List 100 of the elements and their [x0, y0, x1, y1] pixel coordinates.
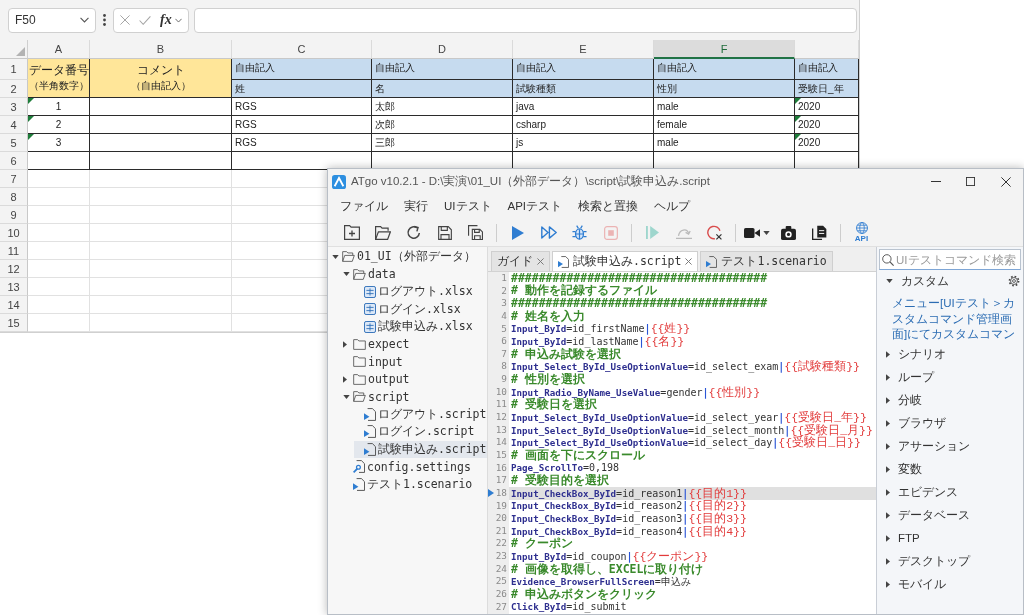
category-item[interactable]: モバイル — [877, 572, 1023, 596]
caret-right-icon[interactable] — [886, 419, 890, 427]
caret-right-icon[interactable] — [886, 580, 890, 588]
caret-right-icon[interactable] — [886, 442, 890, 450]
caret-right-icon[interactable] — [886, 465, 890, 473]
save-icon[interactable] — [437, 225, 452, 240]
caret-right-icon[interactable] — [886, 373, 890, 381]
row-header[interactable]: 15 — [0, 314, 28, 332]
reload-icon[interactable] — [406, 225, 421, 240]
minimize-icon[interactable] — [930, 181, 941, 182]
category-item[interactable]: アサーション — [877, 434, 1023, 458]
category-item[interactable]: カスタム — [877, 270, 1023, 292]
folder-plus-icon[interactable] — [343, 225, 360, 240]
menu-item[interactable]: ヘルプ — [646, 196, 699, 217]
tree-item[interactable]: 01_UI（外部データ） — [332, 248, 487, 266]
check-icon[interactable] — [139, 15, 151, 25]
script-file-icon[interactable] — [706, 255, 718, 268]
row-header[interactable]: 12 — [0, 260, 28, 278]
column-header[interactable]: B — [90, 40, 232, 59]
row-header[interactable]: 9 — [0, 206, 28, 224]
close-icon[interactable] — [1000, 176, 1011, 187]
row-header[interactable]: 8 — [0, 188, 28, 206]
category-item[interactable]: ブラウザ — [877, 411, 1023, 435]
column-header[interactable]: D — [372, 40, 513, 59]
category-item[interactable]: デスクトップ — [877, 549, 1023, 573]
caret-down-icon[interactable] — [763, 230, 770, 235]
row-header[interactable]: 4 — [0, 116, 28, 134]
column-header[interactable]: F — [654, 40, 795, 59]
tree-item[interactable]: ログアウト.script — [354, 405, 487, 423]
row-header[interactable]: 2 — [0, 80, 28, 98]
tree-item[interactable]: ログイン.script — [354, 423, 487, 441]
column-header[interactable]: A — [28, 40, 90, 59]
caret-down-icon[interactable] — [343, 272, 350, 277]
caret-right-icon[interactable] — [886, 511, 890, 519]
caret-right-icon[interactable] — [886, 534, 890, 542]
row-header[interactable]: 6 — [0, 152, 28, 170]
editor-tab[interactable]: ガイド — [491, 251, 550, 271]
tree-item[interactable]: テスト1.scenario — [343, 475, 487, 493]
caret-right-icon[interactable] — [343, 340, 347, 348]
chevron-down-icon[interactable] — [80, 17, 89, 23]
tree-item[interactable]: script — [343, 388, 487, 406]
caret-down-icon[interactable] — [886, 279, 893, 283]
category-item[interactable]: データベース — [877, 503, 1023, 527]
api-button[interactable]: API — [849, 220, 874, 245]
caret-right-icon[interactable] — [886, 350, 890, 358]
tree-item[interactable]: expect — [343, 335, 487, 353]
menu-item[interactable]: APIテスト — [499, 196, 571, 217]
formula-field[interactable] — [193, 7, 857, 33]
caret-right-icon[interactable] — [343, 375, 347, 383]
camera-icon[interactable] — [781, 225, 796, 240]
column-header[interactable]: E — [513, 40, 654, 59]
menu-item[interactable]: 検索と置換 — [570, 196, 647, 217]
double-play-icon[interactable] — [540, 226, 557, 239]
row-header[interactable]: 1 — [0, 59, 28, 80]
play-icon[interactable] — [511, 225, 524, 240]
tree-item[interactable]: 試験申込み.script — [354, 440, 487, 458]
row-header[interactable]: 11 — [0, 242, 28, 260]
category-item[interactable]: 変数 — [877, 457, 1023, 481]
script-file-icon[interactable] — [558, 255, 569, 268]
save-all-icon[interactable] — [468, 225, 483, 240]
globe-icon[interactable] — [855, 222, 868, 234]
row-header[interactable]: 3 — [0, 98, 28, 116]
documents-icon[interactable] — [812, 225, 827, 240]
tree-item[interactable]: config.settings — [343, 458, 487, 476]
tree-item[interactable]: data — [343, 265, 487, 283]
menu-item[interactable]: UIテスト — [436, 196, 500, 217]
editor-tab[interactable]: テスト1.scenario — [700, 251, 833, 271]
bug-icon[interactable] — [572, 225, 587, 240]
caret-right-icon[interactable] — [886, 488, 890, 496]
video-camera-icon[interactable] — [744, 227, 760, 238]
circle-cross-icon[interactable] — [707, 225, 722, 240]
caret-down-icon[interactable] — [343, 394, 350, 399]
settings-icon[interactable] — [1008, 275, 1020, 287]
tree-item[interactable]: output — [343, 370, 487, 388]
tree-item[interactable]: ログイン.xlsx — [354, 300, 487, 318]
caret-down-icon[interactable] — [332, 254, 339, 259]
name-box[interactable]: F50 — [8, 7, 96, 33]
search-field[interactable]: UIテストコマンド検索 — [879, 249, 1021, 270]
folder-open-icon[interactable] — [374, 225, 391, 240]
row-header[interactable]: 14 — [0, 296, 28, 314]
search-icon[interactable] — [882, 253, 894, 266]
editor-tab[interactable]: 試験申込み.script — [552, 251, 699, 271]
caret-right-icon[interactable] — [886, 557, 890, 565]
caret-right-icon[interactable] — [886, 396, 890, 404]
category-item[interactable]: 分岐 — [877, 388, 1023, 412]
column-header[interactable]: C — [232, 40, 372, 59]
category-item[interactable]: エビデンス — [877, 480, 1023, 504]
row-header[interactable]: 7 — [0, 170, 28, 188]
menu-item[interactable]: 実行 — [396, 196, 436, 217]
tree-item[interactable]: 試験申込み.xlsx — [354, 318, 487, 336]
row-header[interactable]: 10 — [0, 224, 28, 242]
row-header[interactable]: 13 — [0, 278, 28, 296]
menu-item[interactable]: ファイル — [332, 196, 396, 217]
tree-item[interactable]: input — [343, 353, 487, 371]
row-header[interactable]: 5 — [0, 134, 28, 152]
category-item[interactable]: シナリオ — [877, 342, 1023, 366]
category-item[interactable]: ループ — [877, 365, 1023, 389]
maximize-icon[interactable] — [966, 177, 975, 186]
category-item[interactable]: FTP — [877, 526, 1023, 550]
tree-item[interactable]: ログアウト.xlsx — [354, 283, 487, 301]
